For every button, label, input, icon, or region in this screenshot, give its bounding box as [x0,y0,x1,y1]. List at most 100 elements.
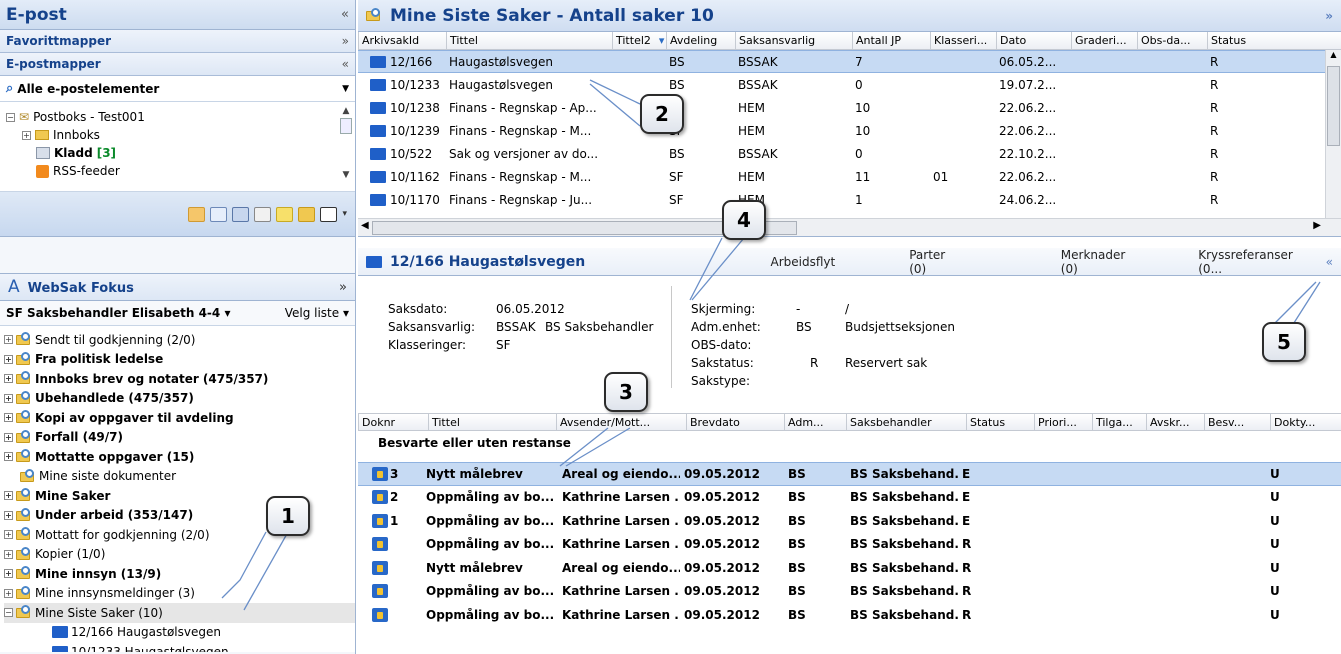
favorites-band[interactable]: Favorittmapper » [0,30,355,53]
document-group-header[interactable]: Besvarte eller uten restanse [358,431,1341,455]
collapse-pane-icon[interactable]: « [341,7,349,22]
expand-icon[interactable]: + [4,491,13,501]
velg-dropdown-icon[interactable]: ▾ [343,306,349,320]
case-row[interactable]: 10/1162 Finans - Regnskap - M... SF HEM 11 01… [358,165,1341,188]
collapse-icon[interactable]: − [6,112,15,122]
column-header[interactable]: Doknr [358,414,428,430]
column-header[interactable]: Tittel2 ▾ [612,32,666,49]
expand-icon[interactable]: + [4,335,13,345]
document-row[interactable]: Oppmåling av bo... Kathrine Larsen ... 09.… [358,533,1341,557]
recent-case-item[interactable]: 10/1233 Haugastølsvegen [4,642,355,652]
dropdown-arrow-icon[interactable]: ▼ [342,84,349,94]
column-header[interactable]: Dokty... [1270,414,1324,430]
column-header[interactable]: Brevdato [686,414,784,430]
all-mail-items-selector[interactable]: ⌕ Alle e-postelementer ▼ [0,76,355,102]
column-header[interactable]: Antall JP [852,32,930,49]
expand-icon[interactable]: + [4,393,13,403]
column-header[interactable]: Dato [996,32,1071,49]
fokus-folder-item[interactable]: + Mine innsyn (13/9) [4,564,355,584]
expand-icon[interactable]: + [4,354,13,364]
collapse-mailfolders-icon[interactable]: « [342,57,349,71]
column-header[interactable]: Tittel [446,32,612,49]
user-dropdown-icon[interactable]: ▾ [224,306,230,320]
velg-liste-button[interactable]: Velg liste ▾ [285,306,349,320]
column-header[interactable]: Obs-da... [1137,32,1207,49]
folders-module-icon[interactable] [298,206,316,222]
tab-kryssreferanser[interactable]: Kryssreferanser (0... [1198,248,1317,276]
scroll-up-icon[interactable]: ▲ [339,106,353,116]
mail-tree-scrollbar[interactable]: ▲ ▼ [339,106,353,188]
expand-icon[interactable]: + [4,569,13,579]
shortcuts-module-icon[interactable] [320,206,338,222]
case-grid-hscrollbar[interactable]: ◀ ▶ [358,218,1341,237]
column-header[interactable]: Priori... [1034,414,1092,430]
column-header[interactable]: Adm... [784,414,846,430]
case-grid-vscrollbar[interactable]: ▲ [1325,50,1341,218]
inbox-item[interactable]: + Innboks [6,126,355,144]
scroll-left-icon[interactable]: ◀ [361,220,369,231]
column-header[interactable]: Graderi... [1071,32,1137,49]
fokus-folder-item[interactable]: + Forfall (49/7) [4,428,355,448]
column-header[interactable]: Saksbehandler [846,414,966,430]
fokus-folder-item[interactable]: + Ubehandlede (475/357) [4,389,355,409]
drafts-item[interactable]: Kladd [3] [6,144,355,162]
expand-icon[interactable]: + [4,374,13,384]
document-row[interactable]: 3 Nytt målebrev Areal og eiendo... 09.05.20… [358,462,1341,486]
configure-buttons-icon[interactable]: ▾ [342,209,347,219]
rss-item[interactable]: RSS-feeder [6,162,355,180]
fokus-folder-item[interactable]: + Fra politisk ledelse [4,350,355,370]
document-row[interactable]: Oppmåling av bo... Kathrine Larsen ... 09.… [358,603,1341,627]
fokus-folder-item[interactable]: + Innboks brev og notater (475/357) [4,369,355,389]
collapse-detail-icon[interactable]: « [1326,255,1333,269]
expand-icon[interactable]: + [4,510,13,520]
mailfolders-band[interactable]: E-postmapper « [0,53,355,76]
fokus-folder-item[interactable]: + Sendt til godkjenning (2/0) [4,330,355,350]
fokus-expand-icon[interactable]: » [339,280,347,295]
document-row[interactable]: 1 Oppmåling av bo... Kathrine Larsen ... 09… [358,509,1341,533]
document-row[interactable]: 2 Oppmåling av bo... Kathrine Larsen ... 09… [358,486,1341,510]
case-row[interactable]: 12/166 Haugastølsvegen BS BSSAK 7 06.05.2... R [358,50,1341,73]
recent-case-item[interactable]: 12/166 Haugastølsvegen [4,623,355,643]
tasks-module-icon[interactable] [254,206,272,222]
scroll-thumb[interactable] [1327,66,1340,146]
tab-merknader[interactable]: Merknader (0) [1061,248,1144,276]
case-row[interactable]: 10/1233 Haugastølsvegen BS BSSAK 0 19.07.2...… [358,73,1341,96]
scroll-up-icon[interactable]: ▲ [1326,50,1341,59]
column-header[interactable]: Saksansvarlig [735,32,852,49]
expand-icon[interactable]: + [4,452,13,462]
fokus-folder-item[interactable]: Mine siste dokumenter [4,467,355,487]
case-row[interactable]: 10/1239Finans - Regnskap - M...SFHEM1022… [358,119,1341,142]
column-header[interactable]: Tilga... [1092,414,1146,430]
notes-module-icon[interactable] [276,206,294,222]
fokus-folder-item[interactable]: + Mottatte oppgaver (15) [4,447,355,467]
fokus-folder-item[interactable]: + Mine innsynsmeldinger (3) [4,584,355,604]
column-header[interactable]: Status [1207,32,1257,49]
case-row[interactable]: 10/1170Finans - Regnskap - Ju...SFHEM124… [358,188,1341,211]
scroll-thumb[interactable] [340,118,352,134]
fokus-folder-item[interactable]: − Mine Siste Saker (10) [4,603,355,623]
scroll-right-icon[interactable]: ▶ [1313,220,1321,231]
expand-icon[interactable]: + [4,588,13,598]
expand-favorites-icon[interactable]: » [342,34,349,48]
fokus-user-select[interactable]: SF Saksbehandler Elisabeth 4-4 ▾ [6,306,230,320]
case-row[interactable]: 10/1238Finans - Regnskap - Ap...SFHEM102… [358,96,1341,119]
calendar-module-icon[interactable] [210,206,228,222]
expand-icon[interactable]: + [4,432,13,442]
case-row[interactable]: 10/522 Sak og versjoner av do... BS BSSAK 0 2… [358,142,1341,165]
mailbox-item[interactable]: − ✉ Postboks - Test001 [6,108,355,126]
scroll-down-icon[interactable]: ▼ [339,170,353,180]
column-header[interactable]: Klasseri... [930,32,996,49]
column-header[interactable]: ArkivsakId [358,32,446,49]
sort-desc-icon[interactable]: ▾ [659,34,665,47]
fokus-folder-item[interactable]: + Kopi av oppgaver til avdeling [4,408,355,428]
expand-icon[interactable]: + [4,413,13,423]
collapse-header-icon[interactable]: » [1325,9,1333,23]
tab-parter[interactable]: Parter (0) [909,248,965,276]
column-header[interactable]: Avsender/Mott... [556,414,686,430]
column-header[interactable]: Tittel [428,414,556,430]
document-row[interactable]: Oppmåling av bo... Kathrine Larsen ... 09.… [358,580,1341,604]
contacts-module-icon[interactable] [232,206,250,222]
column-header[interactable]: Avskr... [1146,414,1204,430]
column-header[interactable]: Status [966,414,1034,430]
column-header[interactable]: Avdeling [666,32,735,49]
